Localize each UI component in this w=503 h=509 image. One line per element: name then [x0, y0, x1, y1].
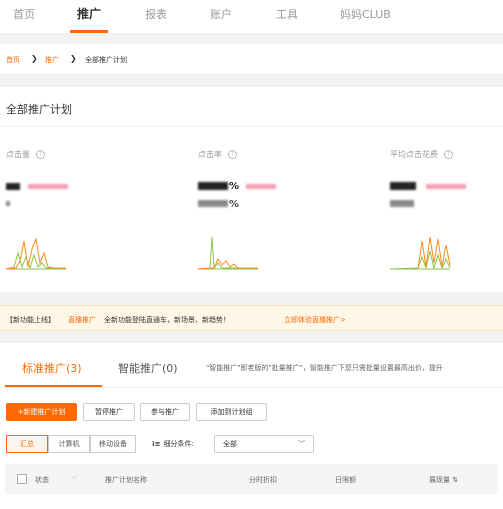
column-daily-budget: 日限额 [335, 476, 356, 484]
metric-ctr-value-redacted [198, 182, 228, 190]
ctr-sparkline [197, 236, 258, 270]
active-tab-indicator [70, 30, 108, 33]
select-all-checkbox[interactable] [17, 474, 27, 484]
add-to-group-button[interactable]: 添加到计划组 [196, 403, 267, 421]
chevron-down-icon: ﹀ [298, 440, 305, 448]
nav-tab-mama-club[interactable]: 妈妈CLUB [340, 6, 391, 22]
metric-ctr-secondary-redacted [198, 200, 228, 207]
device-tab-computer[interactable]: 计算机 [48, 435, 90, 453]
metric-label: 点击量 [6, 150, 30, 159]
campaign-panel: 标准推广(3) 智能推广(0) "智能推广"即老版的"批量推广"，智能推广下您只… [0, 343, 503, 509]
sparkline-series-a [417, 236, 451, 270]
nav-tab-reports[interactable]: 报表 [145, 6, 167, 22]
metric-cpc-label: 平均点击花费? [390, 149, 453, 160]
filter-label-text: 细分条件: [163, 440, 194, 448]
column-plan-name: 推广计划名称 [105, 476, 147, 484]
column-time-discount: 分时折扣 [249, 476, 277, 484]
breadcrumb-current: 全部推广计划 [85, 56, 127, 64]
metric-ctr-label: 点击率? [198, 149, 237, 160]
nav-tab-home[interactable]: 首页 [13, 6, 35, 22]
sparkline-series-b [5, 251, 66, 270]
clicks-sparkline [5, 237, 66, 270]
help-icon[interactable]: ? [36, 150, 45, 159]
metric-clicks-compare-redacted [28, 184, 68, 189]
breadcrumb: 首页 ❯ 推广 ❯ 全部推广计划 [0, 44, 503, 74]
nav-tab-account[interactable]: 账户 [210, 6, 232, 22]
metric-cpc-secondary-redacted [390, 200, 414, 207]
chevron-down-icon[interactable]: ﹀ [71, 475, 78, 485]
divider [0, 387, 503, 388]
notice-try-link[interactable]: 立即体验直播推广> [284, 315, 346, 325]
device-tab-mobile[interactable]: 移动设备 [90, 435, 136, 453]
device-tab-summary[interactable]: 汇总 [6, 435, 48, 453]
overview-title: 全部推广计划 [6, 103, 72, 116]
pause-button[interactable]: 暂停推广 [83, 403, 135, 421]
nav-tab-promotion[interactable]: 推广 [77, 5, 101, 22]
metric-clicks-label: 点击量? [6, 149, 45, 160]
cpc-sparkline [389, 236, 451, 270]
join-button[interactable]: 参与推广 [140, 403, 190, 421]
top-navigation: 首页 推广 报表 账户 工具 妈妈CLUB [0, 0, 503, 33]
table-header: 状态 ﹀ 推广计划名称 分时折扣 日限额 展现量 ⇅ [5, 464, 498, 494]
notice-tag: 【新功能上线】 [6, 316, 55, 324]
notice-highlight-link[interactable]: 直播推广 [68, 315, 96, 325]
segment-filter-label: ⁝≡ 细分条件: [152, 439, 194, 449]
new-plan-button[interactable]: +新建推广计划 [6, 403, 77, 421]
breadcrumb-promotion-link[interactable]: 推广 [45, 55, 59, 65]
breadcrumb-home-link[interactable]: 首页 [6, 55, 20, 65]
metric-ctr-unit: % [229, 181, 240, 192]
metric-clicks-secondary-redacted [6, 201, 10, 206]
column-status[interactable]: 状态 [35, 475, 49, 485]
help-icon[interactable]: ? [228, 150, 237, 159]
divider [0, 126, 503, 127]
help-icon[interactable]: ? [444, 150, 453, 159]
metric-ctr-compare-redacted [246, 184, 276, 189]
list-sort-icon: ⁝≡ [152, 440, 161, 448]
feature-notice-bar: 【新功能上线】 直播推广 全新功能登陆直通车，新场景、新趋势！ 立即体验直播推广… [0, 305, 503, 331]
nav-tab-tools[interactable]: 工具 [276, 6, 298, 22]
overview-card: 全部推广计划 点击量? 点击率? % % 平均点击花费? [0, 87, 503, 292]
metric-cpc-value-redacted [390, 182, 416, 190]
tab-smart-promotion[interactable]: 智能推广(0) [118, 360, 178, 376]
notice-text: 全新功能登陆直通车，新场景、新趋势！ [104, 316, 230, 324]
metric-label: 平均点击花费 [390, 150, 438, 159]
column-impressions-sort[interactable]: 展现量 ⇅ [429, 475, 458, 485]
select-value: 全部 [223, 440, 237, 448]
breadcrumb-separator-icon: ❯ [70, 54, 77, 63]
metric-ctr-secondary-unit: % [229, 199, 240, 210]
segment-filter-select[interactable]: 全部 ﹀ [214, 435, 314, 453]
tab-standard-promotion[interactable]: 标准推广(3) [22, 360, 82, 376]
metric-clicks-value-redacted [6, 183, 20, 190]
metric-label: 点击率 [198, 150, 222, 159]
metric-cpc-compare-redacted [426, 184, 466, 189]
smart-promotion-description: "智能推广"即老版的"批量推广"，智能推广下您只需批量设置最高出价，提升 [206, 364, 443, 372]
breadcrumb-separator-icon: ❯ [31, 54, 38, 63]
